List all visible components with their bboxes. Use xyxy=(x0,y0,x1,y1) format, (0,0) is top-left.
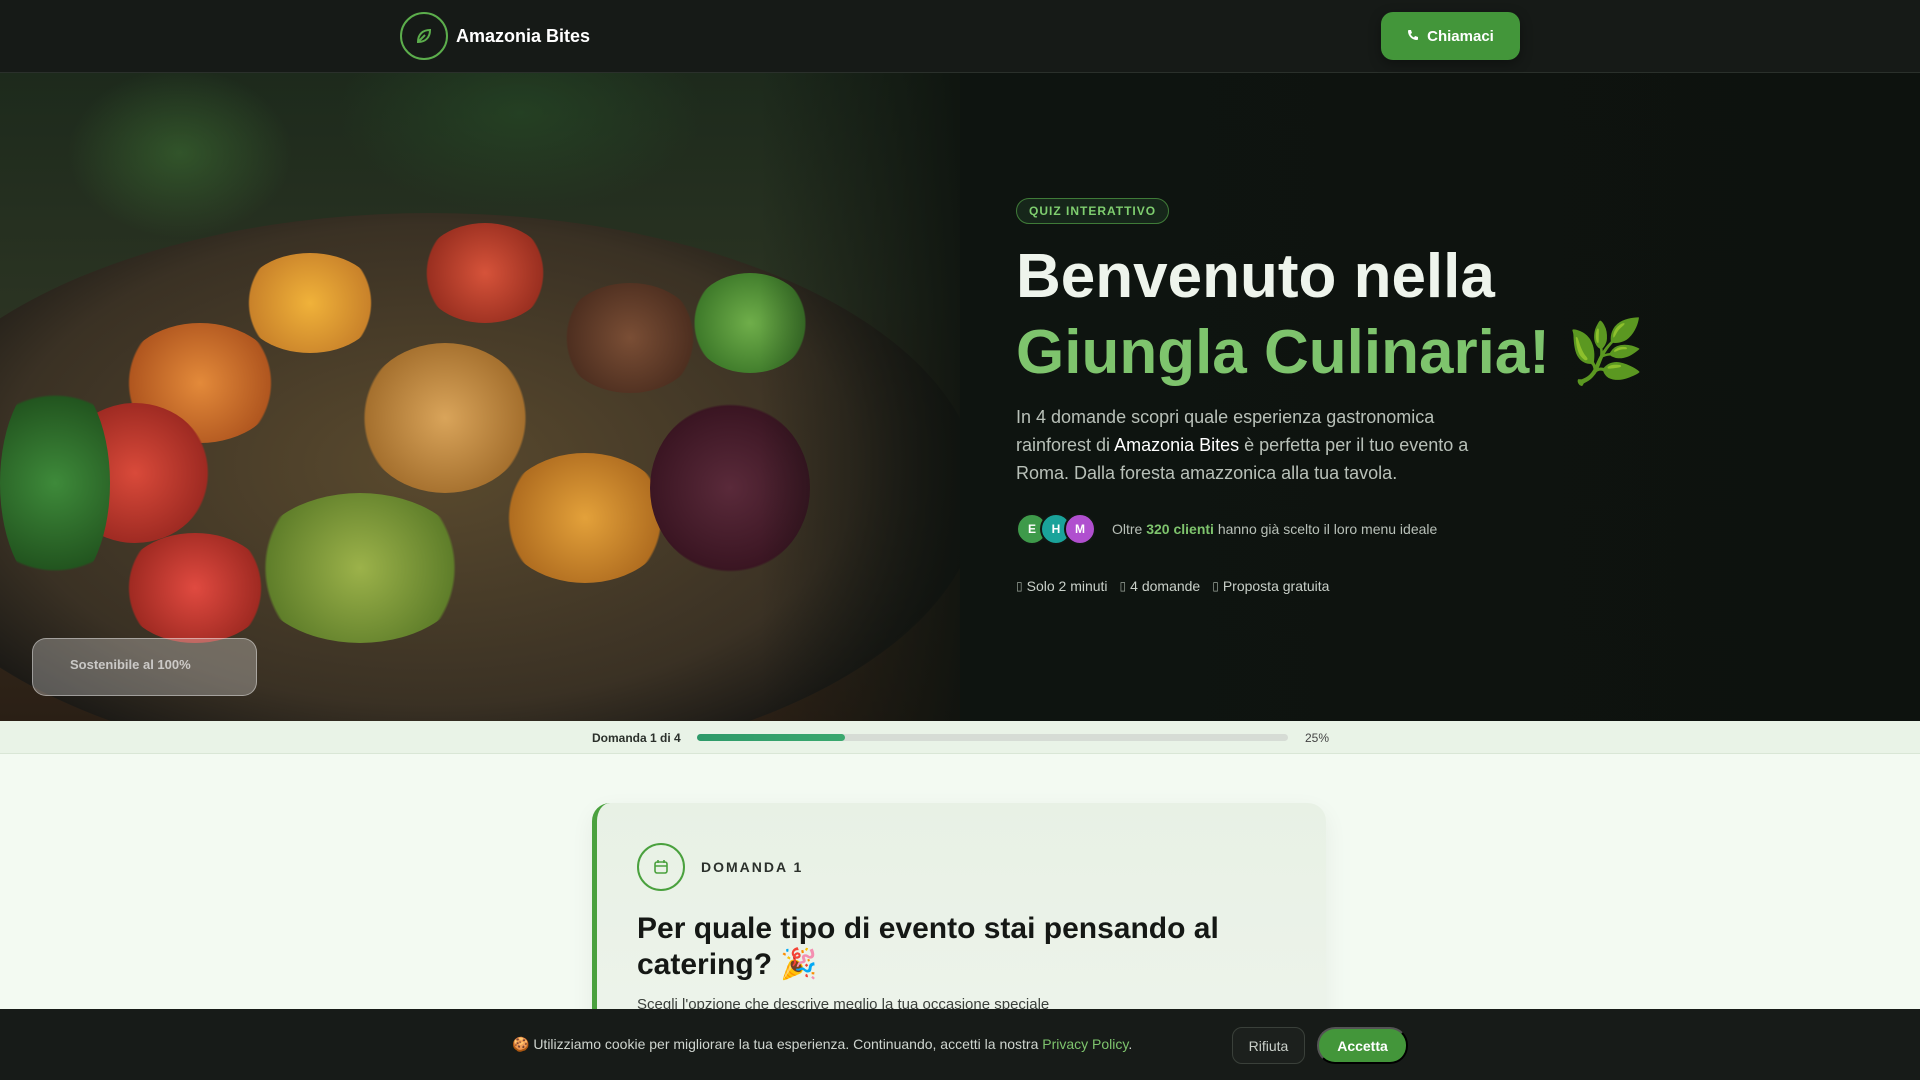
quiz-progress: Domanda 1 di 4 25% xyxy=(0,721,1920,754)
feature-item: ▯ 4 domande xyxy=(1119,578,1201,594)
feature-item: ▯ Solo 2 minuti xyxy=(1016,578,1108,594)
hero-intro: In 4 domande scopri quale esperienza gas… xyxy=(1016,407,1469,483)
site-header: Amazonia Bites Chiamaci xyxy=(0,0,1920,73)
progress-label: Domanda 1 di 4 xyxy=(592,731,681,745)
progress-track xyxy=(697,734,1288,741)
gift-icon: ▯ xyxy=(1212,579,1219,593)
client-count: 320 clienti xyxy=(1146,521,1214,537)
list-icon: ▯ xyxy=(1119,579,1127,593)
hero-title-line2: Giungla Culinaria! 🌿 xyxy=(1016,318,1645,387)
social-proof-text: Oltre 320 clienti hanno già scelto il lo… xyxy=(1112,521,1438,537)
privacy-policy-link[interactable]: Privacy Policy xyxy=(1042,1036,1128,1052)
accept-cookies-button[interactable]: Accetta xyxy=(1317,1027,1408,1064)
social-proof: E H M Oltre 320 clienti hanno già scelto… xyxy=(1016,513,1437,545)
call-button-label: Chiamaci xyxy=(1427,27,1494,45)
quiz-tag: QUIZ INTERATTIVO xyxy=(1016,198,1170,224)
avatar: M xyxy=(1064,513,1096,545)
brand-name: Amazonia Bites xyxy=(456,25,591,46)
progress-fill xyxy=(697,734,845,741)
question-number: DOMANDA 1 xyxy=(701,859,804,875)
hero-food-image: Sostenibile al 100% xyxy=(0,73,960,721)
call-button[interactable]: Chiamaci xyxy=(1381,12,1520,60)
sustainable-badge: Sostenibile al 100% xyxy=(32,638,257,696)
phone-icon xyxy=(1407,28,1419,45)
cookie-text: 🍪 Utilizziamo cookie per migliorare la t… xyxy=(512,1036,1133,1052)
brand-logo[interactable]: Amazonia Bites xyxy=(400,12,590,60)
feature-item: ▯ Proposta gratuita xyxy=(1212,578,1330,594)
intro-brand-name: Amazonia Bites xyxy=(1114,435,1240,455)
leaf-icon xyxy=(400,12,448,60)
sustainable-badge-label: Sostenibile al 100% xyxy=(70,657,191,672)
calendar-icon xyxy=(637,843,685,891)
reject-cookies-button[interactable]: Rifiuta xyxy=(1232,1027,1305,1064)
cookie-banner: 🍪 Utilizziamo cookie per migliorare la t… xyxy=(0,1009,1920,1080)
progress-percent: 25% xyxy=(1305,731,1330,745)
clock-icon: ▯ xyxy=(1016,579,1023,593)
hero-title-line1: Benvenuto nella xyxy=(1016,242,1495,311)
question-title: Per quale tipo di evento stai pensando a… xyxy=(637,912,1219,981)
hero-section: Sostenibile al 100% QUIZ INTERATTIVO Ben… xyxy=(0,73,1920,721)
feature-list: ▯ Solo 2 minuti ▯ 4 domande ▯ Proposta g… xyxy=(1016,578,1329,594)
